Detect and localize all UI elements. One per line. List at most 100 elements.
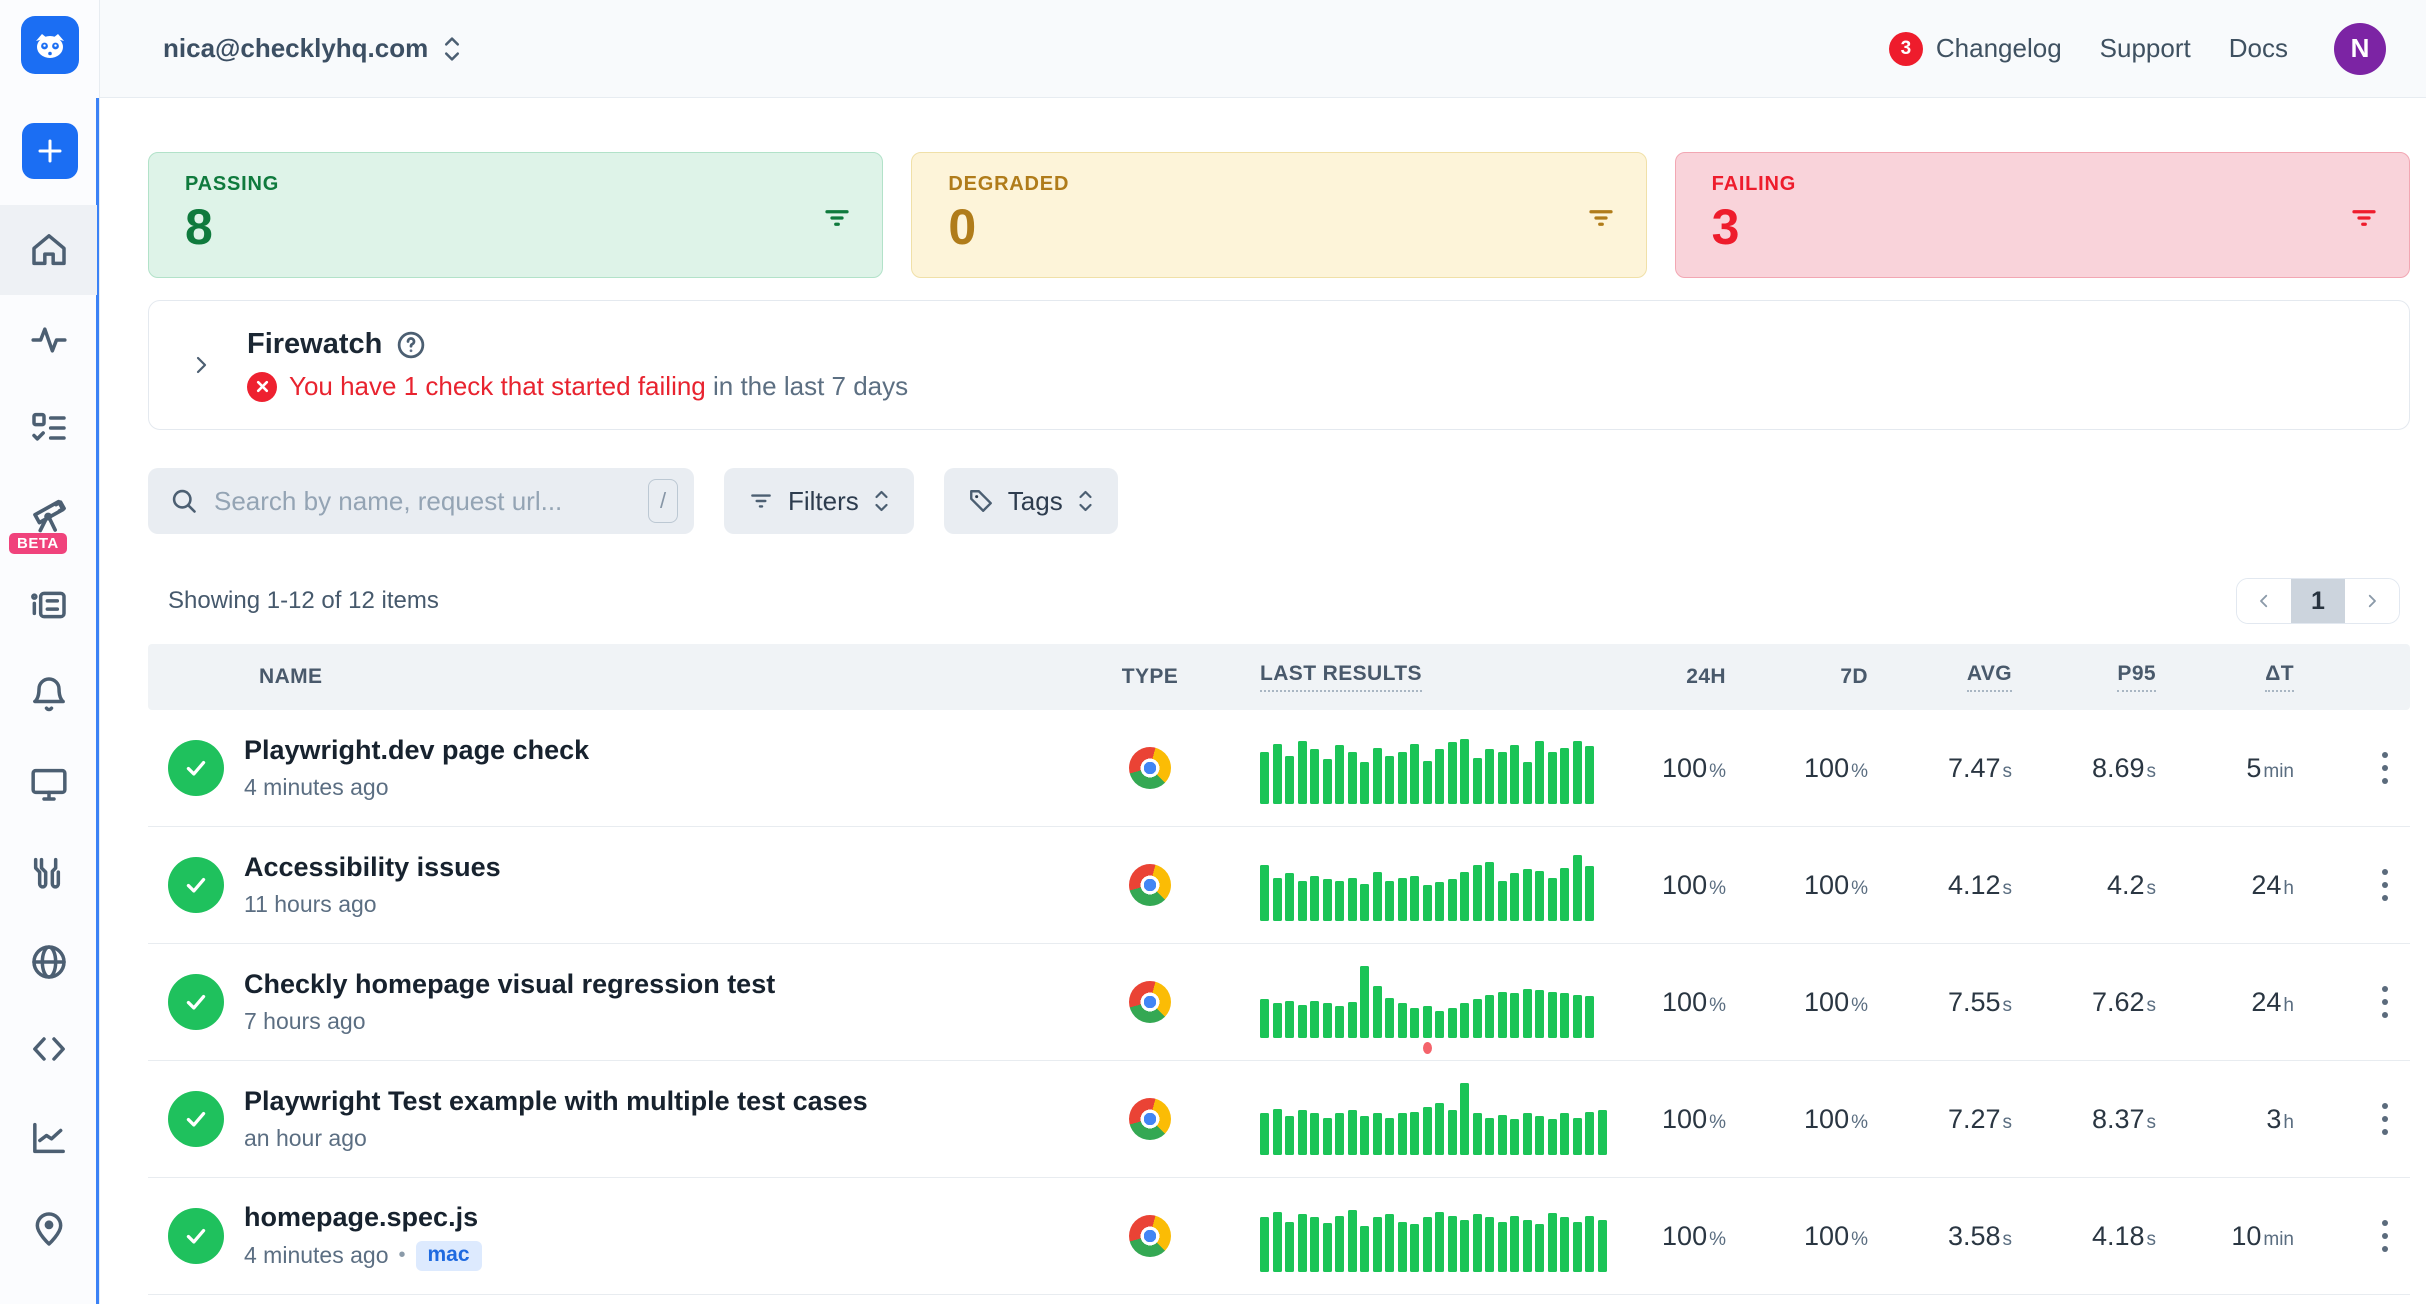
search-box[interactable]: / <box>148 468 694 534</box>
top-nav: 3 Changelog Support Docs N <box>1889 23 2386 75</box>
stat-p95: 4.2s <box>2012 870 2156 901</box>
check-name-link[interactable]: Playwright Test example with multiple te… <box>244 1086 1090 1117</box>
checkly-logo[interactable] <box>21 16 79 74</box>
create-new-button[interactable] <box>22 123 78 179</box>
stat-p95: 8.37s <box>2012 1104 2156 1135</box>
row-menu-button[interactable] <box>2376 980 2394 1024</box>
failed-run-dot[interactable] <box>1423 1042 1432 1054</box>
last-results-chart[interactable] <box>1210 1083 1610 1155</box>
row-menu-button[interactable] <box>2376 1214 2394 1258</box>
stat-dt: 24h <box>2156 870 2294 901</box>
next-page-button[interactable] <box>2345 579 2399 623</box>
current-page[interactable]: 1 <box>2291 579 2345 623</box>
check-name-link[interactable]: Checkly homepage visual regression test <box>244 969 1090 1000</box>
stat-7d: 100% <box>1726 987 1868 1018</box>
changelog-label: Changelog <box>1936 33 2062 64</box>
col-type: TYPE <box>1090 665 1210 689</box>
filters-button[interactable]: Filters <box>724 468 914 534</box>
prev-page-button[interactable] <box>2237 579 2291 623</box>
stat-7d: 100% <box>1726 1221 1868 1252</box>
log-list-icon <box>29 585 69 625</box>
check-name-link[interactable]: Playwright.dev page check <box>244 735 1090 766</box>
sidebar-item-monitoring[interactable] <box>0 320 97 360</box>
map-pin-icon <box>29 1209 69 1249</box>
search-input[interactable] <box>214 486 648 517</box>
row-menu-button[interactable] <box>2376 863 2394 907</box>
checks-table: NAME TYPE LAST RESULTS 24H 7D AVG P95 ΔT… <box>148 644 2410 1295</box>
status-passing-icon[interactable] <box>168 974 224 1030</box>
filter-icon[interactable] <box>1586 203 1616 233</box>
sidebar-item-analytics[interactable] <box>0 1118 97 1158</box>
status-passing-icon[interactable] <box>168 740 224 796</box>
browser-check-icon <box>1129 747 1171 789</box>
sidebar-item-alerts[interactable] <box>0 674 97 714</box>
last-results-chart[interactable] <box>1210 732 1610 804</box>
col-7d: 7D <box>1726 665 1868 689</box>
passing-count: 8 <box>185 198 852 256</box>
expand-chevron-icon[interactable] <box>189 350 213 380</box>
error-icon <box>247 372 277 402</box>
account-email: nica@checklyhq.com <box>163 33 428 64</box>
table-row: Checkly homepage visual regression test … <box>148 944 2410 1061</box>
help-icon[interactable] <box>396 330 426 360</box>
activity-pulse-icon <box>29 320 69 360</box>
col-last-results: LAST RESULTS <box>1260 662 1422 692</box>
firewatch-panel: Firewatch You have 1 check that started … <box>148 300 2410 430</box>
browser-check-icon <box>1129 1215 1171 1257</box>
col-dt: ΔT <box>2265 662 2294 692</box>
row-menu-button[interactable] <box>2376 1097 2394 1141</box>
stat-p95: 4.18s <box>2012 1221 2156 1252</box>
last-results-chart[interactable] <box>1210 1200 1610 1272</box>
firewatch-body: Firewatch You have 1 check that started … <box>247 328 908 402</box>
sidebar-item-private-locations[interactable] <box>0 942 97 982</box>
stat-avg: 7.27s <box>1868 1104 2012 1135</box>
filter-icon[interactable] <box>822 203 852 233</box>
row-menu-button[interactable] <box>2376 746 2394 790</box>
sidebar-item-home[interactable] <box>0 230 97 270</box>
sidebar-item-checks[interactable] <box>0 408 97 448</box>
filter-icon[interactable] <box>2349 203 2379 233</box>
passing-card[interactable]: PASSING 8 <box>148 152 883 278</box>
alert-rest: in the last 7 days <box>713 371 908 401</box>
sidebar-item-run-log[interactable] <box>0 585 97 625</box>
firewatch-alert: You have 1 check that started failing in… <box>247 371 908 402</box>
docs-link[interactable]: Docs <box>2229 33 2288 64</box>
stat-p95: 7.62s <box>2012 987 2156 1018</box>
user-avatar[interactable]: N <box>2334 23 2386 75</box>
failing-card[interactable]: FAILING 3 <box>1675 152 2410 278</box>
sidebar-item-maintenance[interactable] <box>0 853 97 893</box>
sidebar-item-locations[interactable] <box>0 1209 97 1249</box>
slash-shortcut-key: / <box>648 479 678 523</box>
sidebar-item-snippets[interactable] <box>0 1029 97 1069</box>
last-run-time: 11 hours ago <box>244 891 377 918</box>
status-passing-icon[interactable] <box>168 1091 224 1147</box>
bell-icon <box>29 674 69 714</box>
stat-avg: 7.47s <box>1868 753 2012 784</box>
status-passing-icon[interactable] <box>168 1208 224 1264</box>
alert-highlight: You have 1 check that started failing <box>289 371 706 401</box>
status-passing-icon[interactable] <box>168 857 224 913</box>
support-link[interactable]: Support <box>2100 33 2191 64</box>
stat-dt: 5min <box>2156 753 2294 784</box>
sidebar-item-explore-beta[interactable] <box>0 492 97 534</box>
table-row: Playwright.dev page check 4 minutes ago … <box>148 710 2410 827</box>
failing-label: FAILING <box>1712 173 2379 196</box>
check-name-link[interactable]: Accessibility issues <box>244 852 1090 883</box>
stat-24h: 100% <box>1610 753 1726 784</box>
tags-label: Tags <box>1008 486 1063 517</box>
degraded-card[interactable]: DEGRADED 0 <box>911 152 1646 278</box>
home-icon <box>29 230 69 270</box>
stat-24h: 100% <box>1610 870 1726 901</box>
check-name-link[interactable]: homepage.spec.js <box>244 1202 1090 1233</box>
last-results-chart[interactable] <box>1210 849 1610 921</box>
table-row: Accessibility issues 11 hours ago • 100%… <box>148 827 2410 944</box>
browser-check-icon <box>1129 1098 1171 1140</box>
top-bar: nica@checklyhq.com 3 Changelog Support D… <box>100 0 2426 98</box>
filter-icon <box>748 488 774 514</box>
changelog-link[interactable]: 3 Changelog <box>1889 32 2062 66</box>
tags-button[interactable]: Tags <box>944 468 1118 534</box>
tag-icon <box>968 488 994 514</box>
sidebar-item-dashboards[interactable] <box>0 764 97 804</box>
account-switcher[interactable]: nica@checklyhq.com <box>163 33 462 64</box>
last-results-chart[interactable] <box>1210 966 1610 1038</box>
